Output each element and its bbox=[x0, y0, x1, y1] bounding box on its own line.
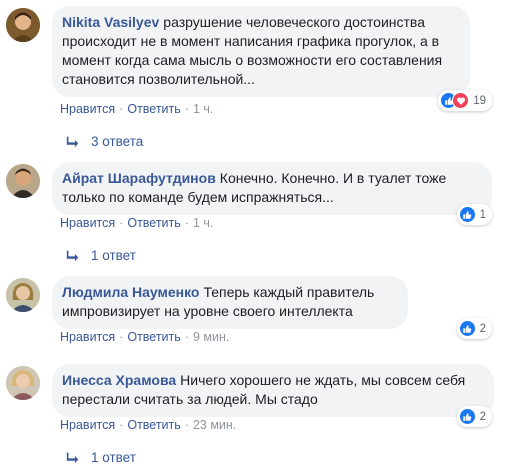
separator: · bbox=[119, 418, 124, 432]
separator: · bbox=[119, 216, 124, 230]
reply-link[interactable]: Ответить bbox=[127, 102, 180, 116]
like-link[interactable]: Нравится bbox=[60, 216, 115, 230]
avatar-photo bbox=[6, 164, 40, 198]
comment-author[interactable]: Айрат Шарафутдинов bbox=[62, 170, 216, 186]
replies-count-label: 3 ответа bbox=[91, 134, 144, 149]
comment-bubble: Айрат Шарафутдинов Конечно. Конечно. И в … bbox=[52, 162, 492, 215]
view-replies-link[interactable]: 1 ответ bbox=[66, 248, 136, 263]
separator: · bbox=[119, 102, 124, 116]
comment-bubble: Nikita Vasilyev разрушение человеческого … bbox=[52, 6, 470, 97]
comment-actions: Нравится · Ответить · 1 ч. bbox=[60, 216, 213, 230]
reply-arrow-icon bbox=[66, 250, 79, 262]
avatar-photo bbox=[6, 366, 40, 400]
like-link[interactable]: Нравится bbox=[60, 330, 115, 344]
separator: · bbox=[119, 330, 124, 344]
replies-count-label: 1 ответ bbox=[91, 450, 136, 465]
like-icon bbox=[458, 408, 476, 425]
reaction-summary[interactable]: 19 bbox=[438, 90, 492, 111]
view-replies-link[interactable]: 1 ответ bbox=[66, 450, 136, 465]
separator: · bbox=[184, 216, 189, 230]
comment-author[interactable]: Nikita Vasilyev bbox=[62, 14, 159, 30]
avatar[interactable] bbox=[6, 366, 40, 400]
avatar-photo bbox=[6, 278, 40, 312]
reaction-count: 19 bbox=[473, 94, 486, 107]
reply-arrow-icon bbox=[66, 136, 79, 148]
reaction-summary[interactable]: 2 bbox=[456, 318, 492, 339]
like-link[interactable]: Нравится bbox=[60, 418, 115, 432]
comment-actions: Нравится · Ответить · 9 мин. bbox=[60, 330, 229, 344]
love-icon bbox=[452, 92, 470, 109]
like-icon bbox=[458, 206, 476, 223]
comment-actions: Нравится · Ответить · 1 ч. bbox=[60, 102, 213, 116]
comment-time[interactable]: 9 мин. bbox=[193, 330, 229, 344]
comment-bubble: Людмила Науменко Теперь каждый правитель … bbox=[52, 276, 408, 329]
separator: · bbox=[184, 418, 189, 432]
comment-actions: Нравится · Ответить · 23 мин. bbox=[60, 418, 236, 432]
reaction-count: 2 bbox=[479, 410, 486, 423]
separator: · bbox=[184, 102, 189, 116]
reaction-count: 2 bbox=[479, 322, 486, 335]
avatar[interactable] bbox=[6, 164, 40, 198]
comment-author[interactable]: Инесса Храмова bbox=[62, 372, 176, 388]
like-icon bbox=[458, 320, 476, 337]
avatar[interactable] bbox=[6, 8, 40, 42]
separator: · bbox=[184, 330, 189, 344]
reply-link[interactable]: Ответить bbox=[127, 216, 180, 230]
view-replies-link[interactable]: 3 ответа bbox=[66, 134, 143, 149]
comment-bubble: Инесса Храмова Ничего хорошего не ждать, … bbox=[52, 364, 494, 417]
avatar-photo bbox=[6, 8, 40, 42]
comment-author[interactable]: Людмила Науменко bbox=[62, 284, 199, 300]
reaction-summary[interactable]: 2 bbox=[456, 406, 492, 427]
reaction-summary[interactable]: 1 bbox=[456, 204, 492, 225]
comment-time[interactable]: 1 ч. bbox=[193, 102, 213, 116]
like-link[interactable]: Нравится bbox=[60, 102, 115, 116]
comment-list: Nikita Vasilyev разрушение человеческого … bbox=[0, 0, 520, 470]
reply-arrow-icon bbox=[66, 452, 79, 464]
replies-count-label: 1 ответ bbox=[91, 248, 136, 263]
reply-link[interactable]: Ответить bbox=[127, 330, 180, 344]
comment-time[interactable]: 23 мин. bbox=[193, 418, 236, 432]
reaction-count: 1 bbox=[479, 208, 486, 221]
reply-link[interactable]: Ответить bbox=[127, 418, 180, 432]
comment-time[interactable]: 1 ч. bbox=[193, 216, 213, 230]
avatar[interactable] bbox=[6, 278, 40, 312]
